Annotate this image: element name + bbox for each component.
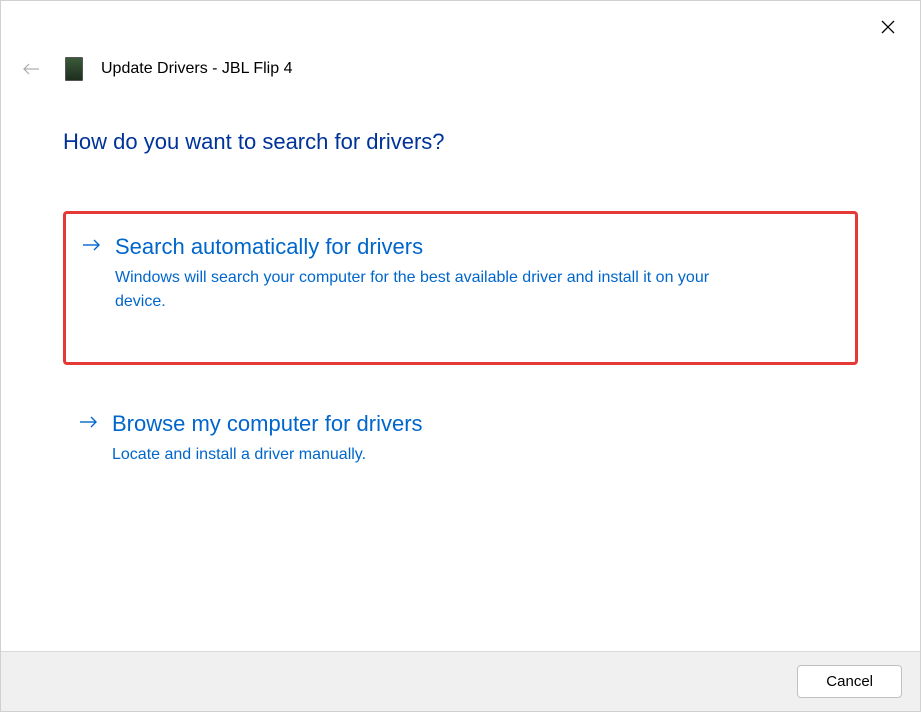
back-arrow-icon	[22, 62, 40, 76]
option-first-line: Search automatically for drivers	[82, 234, 837, 260]
update-drivers-dialog: Update Drivers - JBL Flip 4 How do you w…	[0, 0, 921, 712]
dialog-header: Update Drivers - JBL Flip 4	[1, 1, 920, 81]
cancel-button[interactable]: Cancel	[797, 665, 902, 698]
dialog-title: Update Drivers - JBL Flip 4	[101, 60, 292, 78]
option-description: Windows will search your computer for th…	[115, 266, 755, 314]
option-title: Search automatically for drivers	[115, 234, 423, 260]
option-first-line: Browse my computer for drivers	[79, 411, 840, 437]
dialog-content: How do you want to search for drivers? S…	[1, 81, 920, 651]
arrow-right-icon	[82, 236, 101, 258]
dialog-footer: Cancel	[1, 651, 920, 711]
close-icon	[881, 20, 895, 34]
close-button[interactable]	[874, 13, 902, 41]
back-button	[19, 57, 43, 81]
arrow-right-icon	[79, 413, 98, 435]
option-browse-computer[interactable]: Browse my computer for drivers Locate an…	[63, 395, 858, 493]
option-description: Locate and install a driver manually.	[112, 443, 752, 467]
device-icon	[65, 57, 83, 81]
content-heading: How do you want to search for drivers?	[63, 129, 858, 155]
option-title: Browse my computer for drivers	[112, 411, 423, 437]
option-search-automatically[interactable]: Search automatically for drivers Windows…	[63, 211, 858, 365]
